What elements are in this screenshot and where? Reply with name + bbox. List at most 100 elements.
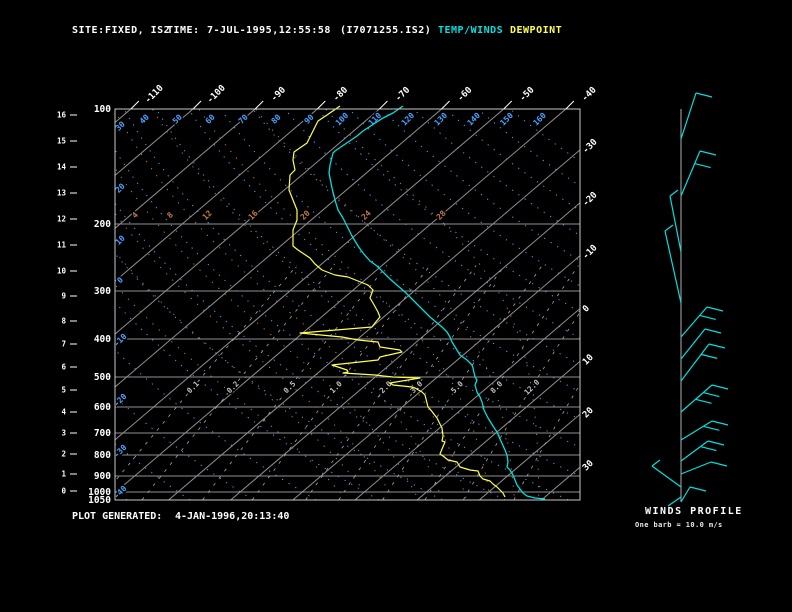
dry-adiabat-label-left: 10 — [114, 234, 127, 247]
wind-barbs — [651, 92, 729, 507]
km-label: 0 — [61, 487, 66, 496]
moist-adiabat-label: 8 — [165, 210, 175, 220]
wind-barb-tick — [669, 189, 679, 197]
km-label: 15 — [57, 137, 66, 146]
dry-adiabat-label-top: 90 — [303, 113, 316, 126]
temp-label-top: -70 — [394, 85, 413, 104]
pressure-label: 1050 — [88, 495, 111, 506]
wind-barb-shaft — [680, 440, 709, 462]
mixing-ratio-label: 5.0 — [449, 379, 465, 395]
wind-barb-shaft — [667, 496, 682, 507]
temp-label-right: -30 — [581, 137, 600, 156]
wind-barb-shaft — [680, 343, 710, 382]
top-isotherm-ticks — [130, 100, 575, 110]
km-label: 8 — [61, 317, 66, 326]
mixing-ratio-label: 12.0 — [522, 377, 541, 396]
km-label: 9 — [61, 292, 66, 301]
wind-barb-tick — [664, 224, 674, 232]
wind-barb-shaft — [680, 306, 708, 338]
pressure-label: 600 — [94, 402, 111, 413]
temp-label-top: -100 — [205, 83, 227, 105]
mixing-ratio-label: 2.0 — [378, 379, 394, 395]
wind-barb-tick — [699, 314, 716, 320]
wind-barb-shaft — [680, 461, 712, 475]
pressure-label: 700 — [94, 428, 111, 439]
dry-adiabat-lines — [115, 110, 580, 500]
wind-barb-shaft — [680, 384, 713, 413]
wind-barb-tick — [708, 343, 726, 349]
winds-profile-legend: One barb = 10.0 m/s — [635, 521, 723, 529]
temp-label-right: -20 — [581, 190, 600, 209]
dry-adiabat-label-top: 140 — [466, 111, 483, 128]
wind-barb-tick — [694, 163, 711, 169]
wind-barb-shaft — [680, 150, 701, 197]
plot-border — [114, 108, 581, 501]
dry-adiabat-label-left: -40 — [112, 484, 129, 501]
wind-barb-tick — [710, 461, 728, 467]
wind-barb-shaft — [680, 486, 691, 503]
km-label: 14 — [57, 163, 67, 172]
temp-label-top: -80 — [332, 85, 351, 104]
km-label: 2 — [61, 450, 66, 459]
mixing-ratio-label: 0.2 — [225, 379, 241, 395]
temp-label-top: -110 — [143, 83, 165, 105]
wind-barb-shaft — [651, 465, 682, 488]
plot-generated-value: 4-JAN-1996,20:13:40 — [175, 511, 290, 522]
temp-label-top: -50 — [518, 85, 537, 104]
dry-adiabat-label-left: 20 — [114, 182, 127, 195]
km-label: 3 — [61, 429, 66, 438]
moist-adiabat-lines — [115, 109, 540, 499]
mixing-ratio-label: 1.0 — [328, 379, 344, 395]
km-label: 10 — [57, 267, 67, 276]
pressure-label: 500 — [94, 372, 111, 383]
dry-adiabat-label-left: -20 — [112, 392, 129, 409]
wind-barb-tick — [711, 384, 729, 390]
moist-adiabat-label: 4 — [130, 210, 140, 220]
dry-adiabat-label-top: 40 — [138, 113, 151, 126]
temp-label-right: -10 — [581, 243, 600, 262]
temp-label-right: 20 — [581, 406, 596, 421]
wind-barb-tick — [703, 425, 720, 431]
km-label: 4 — [61, 408, 66, 417]
km-label: 1 — [61, 470, 66, 479]
winds-profile-title: WINDS PROFILE — [645, 506, 743, 517]
wind-barb-tick — [711, 420, 729, 426]
wind-barb-tick — [700, 446, 717, 452]
wind-barb-tick — [689, 486, 707, 492]
dry-adiabat-label-top: 130 — [433, 111, 450, 128]
wind-barb-shaft — [680, 92, 697, 140]
dry-adiabat-label-left: -10 — [112, 332, 129, 349]
height-axis: 012345678910111213141516 — [57, 111, 77, 496]
wind-barb-tick — [699, 150, 717, 156]
km-label: 11 — [57, 241, 67, 250]
skewt-sounding-app: SITE: FIXED, IS2 TIME: 7-JUL-1995,12:55:… — [0, 0, 792, 612]
dry-adiabat-label-top: 160 — [531, 111, 548, 128]
dry-adiabat-label-left: -30 — [112, 443, 129, 460]
dry-adiabat-label-top: 60 — [204, 113, 217, 126]
pressure-label: 100 — [94, 104, 111, 115]
plot-generated-label: PLOT GENERATED: — [72, 511, 163, 522]
moist-adiabat-label: 12 — [201, 209, 214, 222]
moist-adiabat-label: 20 — [299, 209, 312, 222]
km-label: 13 — [57, 189, 67, 198]
wind-barb-tick — [706, 306, 724, 312]
dewpoint-curve — [288, 105, 506, 498]
wind-barb-tick — [703, 391, 720, 398]
km-label: 7 — [61, 340, 66, 349]
wind-barb-tick — [707, 440, 725, 446]
dry-adiabat-label-top: 120 — [400, 111, 417, 128]
temp-label-right: 0 — [581, 304, 592, 315]
temp-label-right: 30 — [581, 459, 596, 474]
pressure-label: 200 — [94, 219, 111, 230]
plot-frame — [114, 108, 581, 501]
temperature-curve — [328, 105, 546, 500]
km-label: 16 — [57, 111, 67, 120]
pressure-gridlines — [115, 109, 580, 500]
dry-adiabat-label-top: 100 — [334, 111, 351, 128]
km-label: 6 — [61, 363, 66, 372]
pressure-label: 300 — [94, 286, 111, 297]
wind-barb-shaft — [669, 195, 682, 253]
mixing-ratio-label: 8.0 — [488, 379, 504, 395]
dry-adiabat-label-top: 80 — [270, 113, 283, 126]
temp-label-top: -40 — [580, 85, 599, 104]
